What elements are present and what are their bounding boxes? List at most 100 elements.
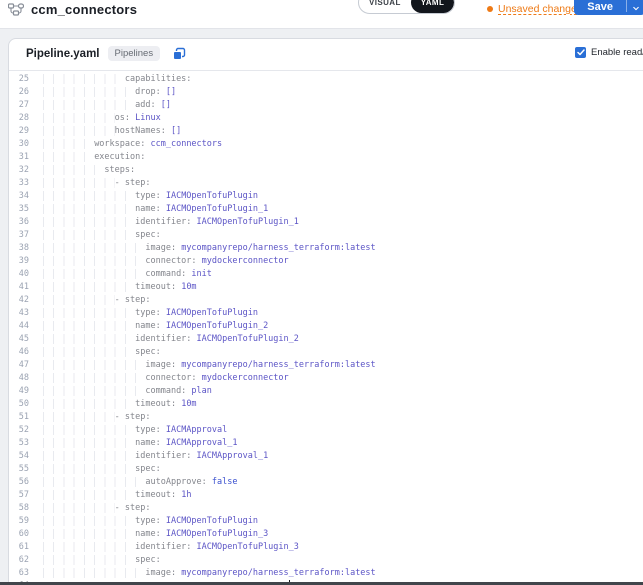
line-number: 41 — [9, 281, 29, 294]
enable-edit-checkbox[interactable] — [575, 47, 586, 58]
code-line[interactable]: 26 drop: [] — [9, 86, 643, 99]
code-line[interactable]: 25 capabilities: — [9, 73, 643, 86]
line-number: 59 — [9, 515, 29, 528]
chevron-down-icon — [633, 6, 639, 11]
code-line[interactable]: 59 type: IACMOpenTofuPlugin — [9, 515, 643, 528]
toggle-visual[interactable]: VISUAL — [359, 0, 411, 13]
line-number: 44 — [9, 320, 29, 333]
code-line[interactable]: 38 image: mycompanyrepo/harness_terrafor… — [9, 242, 643, 255]
code-line[interactable]: 48 connector: mydockerconnector — [9, 372, 643, 385]
code-line[interactable]: 37 spec: — [9, 229, 643, 242]
line-number: 62 — [9, 554, 29, 567]
code-line[interactable]: 46 spec: — [9, 346, 643, 359]
save-button[interactable]: Save — [574, 0, 626, 15]
code-line[interactable]: 61 identifier: IACMOpenTofuPlugin_3 — [9, 541, 643, 554]
code-line[interactable]: 28 os: Linux — [9, 112, 643, 125]
line-number: 57 — [9, 489, 29, 502]
unsaved-dot-icon — [487, 6, 493, 12]
line-number: 60 — [9, 528, 29, 541]
code-area[interactable]: 25 capabilities:26 drop: []27 add: []28 … — [9, 71, 643, 585]
yaml-editor-panel: Pipeline.yaml Pipelines Enable read/ — [8, 38, 643, 585]
line-number: 51 — [9, 411, 29, 424]
code-line[interactable]: 42 - step: — [9, 294, 643, 307]
line-number: 33 — [9, 177, 29, 190]
line-number: 40 — [9, 268, 29, 281]
code-line[interactable]: 52 type: IACMApproval — [9, 424, 643, 437]
line-number: 58 — [9, 502, 29, 515]
enable-edit-label: Enable read/ — [591, 47, 643, 58]
copy-yaml-button[interactable] — [172, 47, 186, 61]
page-title: ccm_connectors — [31, 2, 137, 17]
line-number: 29 — [9, 125, 29, 138]
line-number: 53 — [9, 437, 29, 450]
code-line[interactable]: 45 identifier: IACMOpenTofuPlugin_2 — [9, 333, 643, 346]
line-number: 35 — [9, 203, 29, 216]
line-number: 25 — [9, 73, 29, 86]
line-number: 42 — [9, 294, 29, 307]
code-line[interactable]: 41 timeout: 10m — [9, 281, 643, 294]
unsaved-changes-label: Unsaved changes — [498, 3, 582, 15]
line-number: 55 — [9, 463, 29, 476]
code-line[interactable]: 49 command: plan — [9, 385, 643, 398]
code-line[interactable]: 31 execution: — [9, 151, 643, 164]
pipeline-header: ccm_connectors VISUAL YAML Unsaved chang… — [0, 0, 643, 29]
visual-yaml-toggle: VISUAL YAML — [358, 0, 455, 14]
line-number: 52 — [9, 424, 29, 437]
yaml-panel-header: Pipeline.yaml Pipelines Enable read/ — [9, 39, 643, 71]
line-number: 61 — [9, 541, 29, 554]
code-line[interactable]: 29 hostNames: [] — [9, 125, 643, 138]
code-line[interactable]: 47 image: mycompanyrepo/harness_terrafor… — [9, 359, 643, 372]
line-number: 48 — [9, 372, 29, 385]
code-line[interactable]: 51 - step: — [9, 411, 643, 424]
code-line[interactable]: 36 identifier: IACMOpenTofuPlugin_1 — [9, 216, 643, 229]
copy-icon — [172, 47, 186, 61]
code-line[interactable]: 56 autoApprove: false — [9, 476, 643, 489]
line-number: 34 — [9, 190, 29, 203]
code-line[interactable]: 63 image: mycompanyrepo/harness_terrafor… — [9, 567, 643, 580]
line-number: 37 — [9, 229, 29, 242]
code-line[interactable]: 62 spec: — [9, 554, 643, 567]
line-number: 46 — [9, 346, 29, 359]
save-dropdown-button[interactable] — [627, 0, 643, 15]
toggle-yaml[interactable]: YAML — [411, 0, 455, 13]
pipeline-icon — [8, 3, 24, 17]
code-line[interactable]: 60 name: IACMOpenTofuPlugin_3 — [9, 528, 643, 541]
code-line[interactable]: 44 name: IACMOpenTofuPlugin_2 — [9, 320, 643, 333]
code-line[interactable]: 58 - step: — [9, 502, 643, 515]
code-line[interactable]: 27 add: [] — [9, 99, 643, 112]
file-name: Pipeline.yaml — [26, 48, 100, 60]
code-line[interactable]: 32 steps: — [9, 164, 643, 177]
entity-badge: Pipelines — [108, 46, 161, 61]
code-line[interactable]: 35 name: IACMOpenTofuPlugin_1 — [9, 203, 643, 216]
code-line[interactable]: 54 identifier: IACMApproval_1 — [9, 450, 643, 463]
code-line[interactable]: 43 type: IACMOpenTofuPlugin — [9, 307, 643, 320]
code-line[interactable]: 33 - step: — [9, 177, 643, 190]
line-number: 32 — [9, 164, 29, 177]
check-icon — [577, 49, 585, 56]
line-number: 27 — [9, 99, 29, 112]
line-number: 45 — [9, 333, 29, 346]
unsaved-changes-link[interactable]: Unsaved changes — [487, 3, 582, 15]
line-number: 26 — [9, 86, 29, 99]
line-number: 49 — [9, 385, 29, 398]
code-line[interactable]: 53 name: IACMApproval_1 — [9, 437, 643, 450]
line-number: 47 — [9, 359, 29, 372]
line-number: 36 — [9, 216, 29, 229]
code-line[interactable]: 50 timeout: 10m — [9, 398, 643, 411]
line-number: 56 — [9, 476, 29, 489]
line-number: 28 — [9, 112, 29, 125]
code-line[interactable]: 30 workspace: ccm_connectors — [9, 138, 643, 151]
code-line[interactable]: 40 command: init — [9, 268, 643, 281]
code-line[interactable]: 39 connector: mydockerconnector — [9, 255, 643, 268]
line-number: 63 — [9, 567, 29, 580]
enable-edit-control: Enable read/ — [575, 47, 643, 58]
line-number: 54 — [9, 450, 29, 463]
line-number: 39 — [9, 255, 29, 268]
save-split-button: Save — [574, 0, 643, 15]
code-line[interactable]: 57 timeout: 1h — [9, 489, 643, 502]
line-number: 31 — [9, 151, 29, 164]
code-line[interactable]: 34 type: IACMOpenTofuPlugin — [9, 190, 643, 203]
app-window: ccm_connectors VISUAL YAML Unsaved chang… — [0, 0, 643, 585]
line-number: 38 — [9, 242, 29, 255]
code-line[interactable]: 55 spec: — [9, 463, 643, 476]
